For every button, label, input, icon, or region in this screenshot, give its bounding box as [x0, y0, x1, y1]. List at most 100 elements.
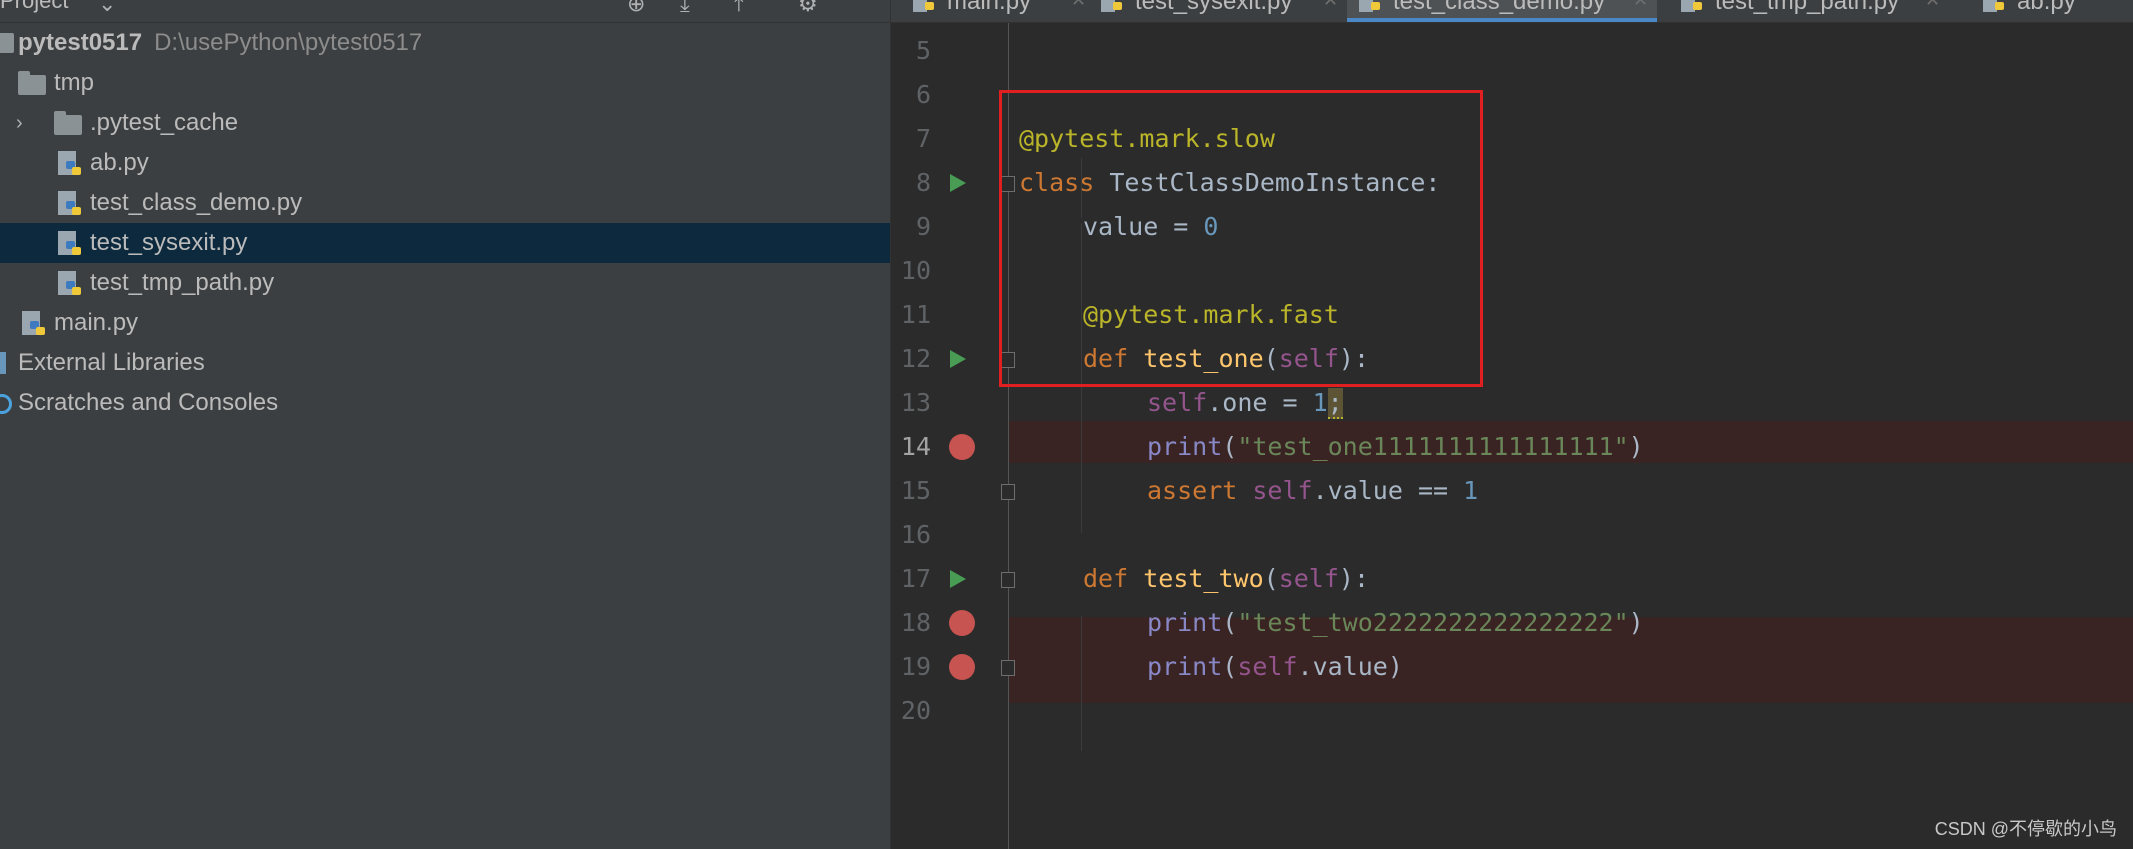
tab-main-py[interactable]: main.py ✕	[911, 0, 1086, 22]
punctuation: (	[1263, 564, 1279, 593]
tree-item-label: External Libraries	[18, 349, 205, 376]
line-number: 20	[900, 696, 931, 725]
run-gutter-icon[interactable]	[950, 570, 966, 588]
close-icon[interactable]: ✕	[1633, 0, 1648, 11]
tree-item-label: test_tmp_path.py	[90, 269, 275, 296]
gear-icon[interactable]: ⚙	[798, 0, 818, 16]
tab-test-tmp-path[interactable]: test_tmp_path.py ✕	[1681, 0, 1941, 22]
code-line: 17 def test_two(self):	[891, 557, 2133, 601]
line-number: 11	[900, 300, 931, 329]
tree-root[interactable]: pytest0517 D:\usePython\pytest0517	[0, 23, 890, 63]
close-icon[interactable]: ✕	[1323, 0, 1338, 11]
string: "test_one1111111111111111"	[1237, 432, 1629, 461]
tree-item-test-class-demo[interactable]: test_class_demo.py	[0, 183, 890, 223]
python-file-icon	[58, 191, 81, 215]
tree-item-test-sysexit[interactable]: test_sysexit.py	[0, 223, 890, 263]
keyword: def	[1083, 564, 1129, 593]
code-line: 20	[891, 689, 2133, 733]
code-line: 16	[891, 513, 2133, 557]
chevron-right-icon[interactable]: ›	[16, 112, 23, 135]
tree-item-label: .pytest_cache	[90, 109, 239, 136]
code-line: 5	[891, 29, 2133, 73]
project-panel-header: Project ⌄ ⊕ ⤓ ⤒ ⚙	[0, 0, 890, 23]
collapse-all-icon[interactable]: ⤒	[734, 0, 744, 16]
tree-item-label: tmp	[54, 69, 95, 96]
run-gutter-icon[interactable]	[950, 350, 966, 368]
tree-item-external-libraries[interactable]: External Libraries	[0, 343, 890, 383]
tab-label: test_class_demo.py	[1393, 0, 1606, 15]
line-number: 8	[915, 168, 931, 197]
self-keyword: self	[1237, 652, 1298, 681]
project-root-name: pytest0517	[18, 29, 143, 56]
folder-icon	[54, 111, 82, 135]
code-text: .value)	[1297, 652, 1403, 681]
locate-icon[interactable]: ⊕	[627, 0, 645, 16]
run-gutter-icon[interactable]	[950, 174, 966, 192]
folder-icon	[18, 71, 46, 95]
python-file-icon	[913, 0, 934, 12]
string: "test_two2222222222222222"	[1237, 608, 1629, 637]
line-number: 5	[915, 36, 931, 65]
close-icon[interactable]: ✕	[1925, 0, 1940, 11]
python-file-icon	[1101, 0, 1122, 12]
code-line: 18 print("test_two2222222222222222")	[891, 601, 2133, 645]
line-number: 6	[915, 80, 931, 109]
builtin-function: print	[1147, 432, 1223, 461]
code-text: .one =	[1207, 388, 1313, 417]
project-panel-title[interactable]: Project	[0, 0, 68, 14]
tree-item-label: Scratches and Consoles	[18, 389, 279, 416]
punctuation: (	[1222, 608, 1238, 637]
line-number: 12	[900, 344, 931, 373]
chevron-down-icon[interactable]: ⌄	[98, 0, 116, 16]
number: 1	[1463, 476, 1479, 505]
code-line: 13 self.one = 1;	[891, 381, 2133, 425]
breakpoint-icon[interactable]	[949, 434, 975, 460]
tab-label: ab.py	[2017, 0, 2076, 15]
tab-test-class-demo[interactable]: test_class_demo.py ✕	[1347, 0, 1657, 22]
code-line: 14 print("test_one1111111111111111")	[891, 425, 2133, 469]
punctuation: )	[1628, 432, 1644, 461]
tree-item-ab-py[interactable]: ab.py	[0, 143, 890, 183]
punctuation: (	[1222, 432, 1238, 461]
tab-test-sysexit[interactable]: test_sysexit.py ✕	[1101, 0, 1338, 22]
warning-semicolon: ;	[1327, 388, 1343, 419]
tree-item-main-py[interactable]: main.py	[0, 303, 890, 343]
number: 1	[1312, 388, 1328, 417]
tab-label: test_tmp_path.py	[1715, 0, 1900, 15]
line-number: 14	[900, 432, 931, 461]
line-number: 13	[900, 388, 931, 417]
line-number: 9	[915, 212, 931, 241]
tree-item-tmp[interactable]: tmp	[0, 63, 890, 103]
self-keyword: self	[1147, 388, 1208, 417]
breakpoint-icon[interactable]	[949, 610, 975, 636]
close-icon[interactable]: ✕	[1071, 0, 1086, 11]
line-number: 10	[900, 256, 931, 285]
line-number: 18	[900, 608, 931, 637]
tree-item-label: main.py	[54, 309, 139, 336]
python-file-icon	[58, 271, 81, 295]
code-line: 15 assert self.value == 1	[891, 469, 2133, 513]
expand-all-icon[interactable]: ⤓	[680, 0, 690, 16]
tab-label: main.py	[947, 0, 1032, 15]
fold-icon[interactable]	[1001, 660, 1015, 676]
python-file-icon	[22, 311, 45, 335]
fold-icon[interactable]	[1001, 572, 1015, 588]
python-file-icon	[1681, 0, 1702, 12]
code-text: .value ==	[1312, 476, 1464, 505]
punctuation: )	[1628, 608, 1644, 637]
punctuation: ):	[1338, 564, 1370, 593]
tab-ab-py[interactable]: ab.py	[1983, 0, 2133, 22]
python-file-icon	[1983, 0, 2004, 12]
breakpoint-icon[interactable]	[949, 654, 975, 680]
fold-icon[interactable]	[1001, 484, 1015, 500]
tree-item-test-tmp-path[interactable]: test_tmp_path.py	[0, 263, 890, 303]
line-number: 19	[900, 652, 931, 681]
library-icon	[0, 352, 6, 374]
tree-item-scratches[interactable]: Scratches and Consoles	[0, 383, 890, 423]
self-keyword: self	[1278, 564, 1339, 593]
line-number: 17	[900, 564, 931, 593]
watermark: CSDN @不停歇的小鸟	[1934, 819, 2117, 839]
builtin-function: print	[1147, 652, 1223, 681]
tab-label: test_sysexit.py	[1135, 0, 1293, 15]
tree-item-pytest-cache[interactable]: › .pytest_cache	[0, 103, 890, 143]
